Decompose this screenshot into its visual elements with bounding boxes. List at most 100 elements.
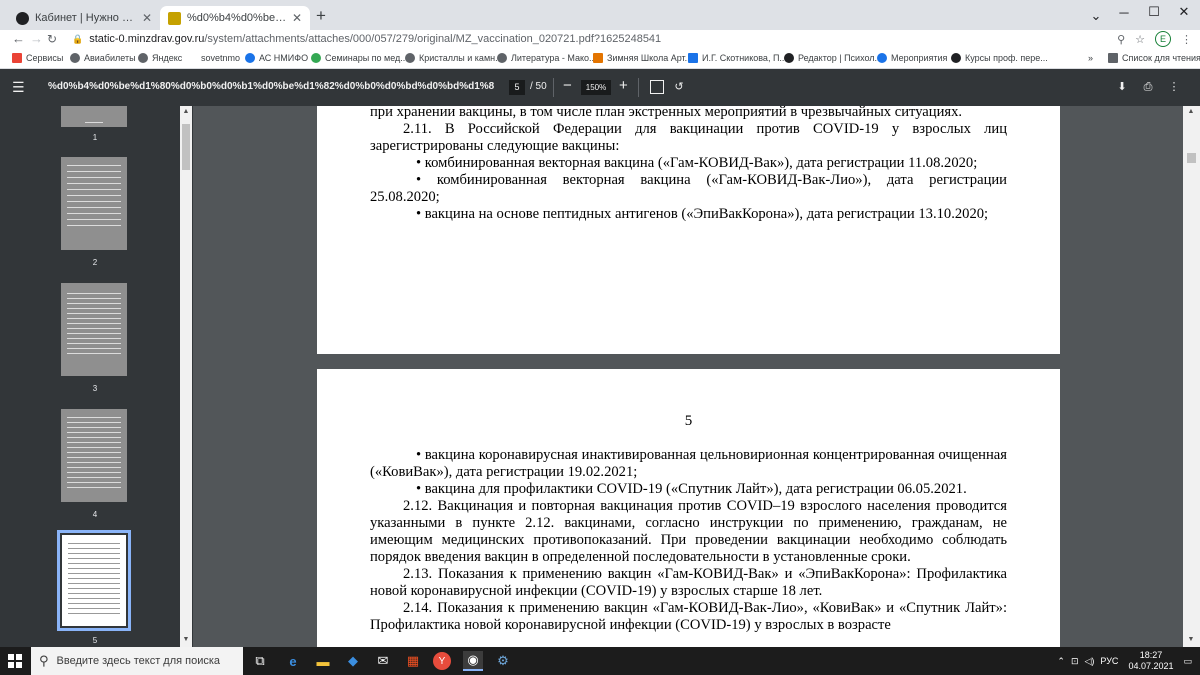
reload-icon[interactable]: ↻ <box>47 30 57 48</box>
scroll-up-icon[interactable]: ▲ <box>1185 108 1197 115</box>
bookmarks-bar: Сервисы Авиабилеты Яндекс sovetnmo АС НМ… <box>0 48 1200 69</box>
clock[interactable]: 18:27 04.07.2021 <box>1128 650 1173 672</box>
store-icon[interactable]: ▦ <box>403 651 423 671</box>
bookmark-item[interactable]: Семинары по мед... <box>311 48 408 68</box>
reading-list-icon <box>1108 53 1118 63</box>
start-button[interactable] <box>0 647 30 675</box>
thumbnail-sidebar: 1 2 3 4 5 ▲ ▼ <box>0 106 193 647</box>
file-explorer-icon[interactable]: ▬ <box>313 651 333 671</box>
thumbnail-label: 3 <box>92 384 98 393</box>
search-placeholder: Введите здесь текст для поиска <box>56 655 221 667</box>
search-icon: ⚲ <box>39 653 49 668</box>
chrome-icon[interactable]: ◉ <box>463 651 483 671</box>
rotate-icon[interactable]: ↺ <box>672 80 686 94</box>
windows-taskbar: ⚲ Введите здесь текст для поиска ⧉ e ▬ ◆… <box>0 647 1200 675</box>
taskbar-search[interactable]: ⚲ Введите здесь текст для поиска <box>31 647 243 675</box>
bookmark-item[interactable]: Яндекс <box>138 48 182 68</box>
thumbnail-scrollbar[interactable]: ▲ ▼ <box>180 106 192 647</box>
zoom-level-input[interactable]: 150% <box>581 80 611 95</box>
book-icon <box>497 53 507 63</box>
bookmark-item[interactable]: Авиабилеты <box>70 48 136 68</box>
print-icon[interactable]: ⎙ <box>1141 80 1155 94</box>
pdf-page-5: 5 • вакцина коронавирусная инактивирован… <box>317 369 1060 647</box>
lab-icon <box>688 53 698 63</box>
person-icon <box>951 53 961 63</box>
zoom-out-button[interactable]: − <box>563 77 572 94</box>
bookmark-item[interactable]: И.Г. Скотникова, П... <box>688 48 787 68</box>
task-view-icon[interactable]: ⧉ <box>250 651 270 671</box>
plus-circle-icon <box>16 11 29 25</box>
menu-kebab-icon[interactable]: ⋮ <box>1181 33 1192 46</box>
pdf-page-4: при хранении вакцины, в том числе план э… <box>317 106 1060 354</box>
bookmark-star-icon[interactable]: ☆ <box>1135 33 1145 46</box>
download-icon[interactable]: ⬇ <box>1115 80 1129 94</box>
tab-cabinet[interactable]: Кабинет | Нужно ли сдавать ан... ✕ <box>8 6 160 30</box>
bookmark-item[interactable]: Мероприятия <box>877 48 947 68</box>
language-indicator[interactable]: РУС <box>1100 656 1118 666</box>
events-icon <box>877 53 887 63</box>
dropbox-icon[interactable]: ◆ <box>343 651 363 671</box>
mail-icon[interactable]: ✉ <box>373 651 393 671</box>
tab-pdf[interactable]: %d0%b4%d0%be%d1%80%d0%... ✕ <box>160 6 310 30</box>
bookmark-item[interactable]: Редактор | Психол... <box>784 48 882 68</box>
bookmark-item[interactable]: Литература - Мако... <box>497 48 597 68</box>
page-thumbnail-3[interactable] <box>61 283 127 376</box>
paragraph: 2.13. Показания к применению вакцин «Гам… <box>370 566 1007 599</box>
bookmark-item[interactable]: Зимняя Школа Арт... <box>593 48 692 68</box>
pdf-viewer: 1 2 3 4 5 ▲ ▼ при хранении вакцины, в то… <box>0 106 1200 647</box>
scrollbar-thumb[interactable] <box>182 124 190 170</box>
more-options-icon[interactable]: ⋮ <box>1167 80 1181 94</box>
clock-time: 18:27 <box>1139 650 1163 660</box>
scrollbar-thumb[interactable] <box>1187 153 1196 163</box>
page-thumbnail-5-selected[interactable] <box>57 530 131 631</box>
notifications-icon[interactable]: ▭ <box>1183 656 1192 667</box>
zoom-in-button[interactable]: + <box>619 77 628 94</box>
fit-page-icon[interactable] <box>650 80 664 94</box>
seminar-icon <box>311 53 321 63</box>
main-scrollbar[interactable]: ▲ ▼ <box>1183 106 1200 647</box>
scroll-down-icon[interactable]: ▼ <box>1185 636 1197 643</box>
thumbnail-label: 5 <box>92 636 98 645</box>
steam-icon[interactable]: ⚙ <box>493 651 513 671</box>
scroll-down-icon[interactable]: ▼ <box>180 636 192 643</box>
page-total: / 50 <box>530 81 547 92</box>
crystal-icon <box>405 53 415 63</box>
page-thumbnail-4[interactable] <box>61 409 127 502</box>
zoom-icon[interactable]: ⚲ <box>1117 33 1125 46</box>
lock-icon[interactable]: 🔒 <box>72 34 83 45</box>
bookmark-item[interactable]: Курсы проф. пере... <box>951 48 1048 68</box>
bookmark-item[interactable]: sovetnmo <box>201 48 240 68</box>
volume-icon[interactable]: ◁) <box>1084 656 1094 667</box>
close-window-button[interactable]: ✕ <box>1166 0 1200 24</box>
bookmarks-more-button[interactable]: » <box>1088 48 1093 68</box>
new-tab-button[interactable]: + <box>316 6 326 26</box>
hamburger-menu-icon[interactable]: ☰ <box>12 80 25 94</box>
close-tab-icon[interactable]: ✕ <box>142 11 152 25</box>
page-number-input[interactable]: 5 <box>509 80 525 95</box>
bookmark-item[interactable]: Кристаллы и камн... <box>405 48 503 68</box>
page-thumbnail-1[interactable] <box>61 106 127 127</box>
avatar[interactable]: E <box>1155 31 1171 47</box>
close-tab-icon[interactable]: ✕ <box>292 11 302 25</box>
reading-list-button[interactable]: Список для чтения <box>1108 48 1200 68</box>
network-icon[interactable]: ⊡ <box>1071 656 1079 667</box>
windows-logo-icon <box>8 654 22 668</box>
minzdrav-emblem-icon <box>168 11 181 25</box>
tab-title: Кабинет | Нужно ли сдавать ан... <box>35 12 138 24</box>
apps-grid-icon <box>12 53 22 63</box>
list-item: • вакцина коронавирусная инактивированна… <box>370 447 1007 480</box>
address-bar[interactable]: 🔒 static-0.minzdrav.gov.ru /system/attac… <box>66 31 1076 47</box>
pdf-toolbar: ☰ %d0%b4%d0%be%d1%80%d0%b0%d0%b1%d0%be%d… <box>0 69 1200 106</box>
page-thumbnail-2[interactable] <box>61 157 127 250</box>
bookmark-item[interactable]: Сервисы <box>12 48 63 68</box>
clock-date: 04.07.2021 <box>1128 661 1174 671</box>
back-arrow-icon[interactable]: ← <box>12 30 25 48</box>
forward-arrow-icon[interactable]: → <box>30 30 43 48</box>
scroll-up-icon[interactable]: ▲ <box>180 108 192 115</box>
yandex-browser-icon[interactable]: Y <box>433 652 451 670</box>
thumbnail-label: 2 <box>92 258 98 267</box>
edge-icon[interactable]: e <box>283 651 303 671</box>
chevron-up-icon[interactable]: ⌃ <box>1057 656 1065 667</box>
bookmark-item[interactable]: АС НМИФО <box>245 48 308 68</box>
system-tray: ⌃ ⊡ ◁) РУС 18:27 04.07.2021 ▭ <box>1057 647 1200 675</box>
